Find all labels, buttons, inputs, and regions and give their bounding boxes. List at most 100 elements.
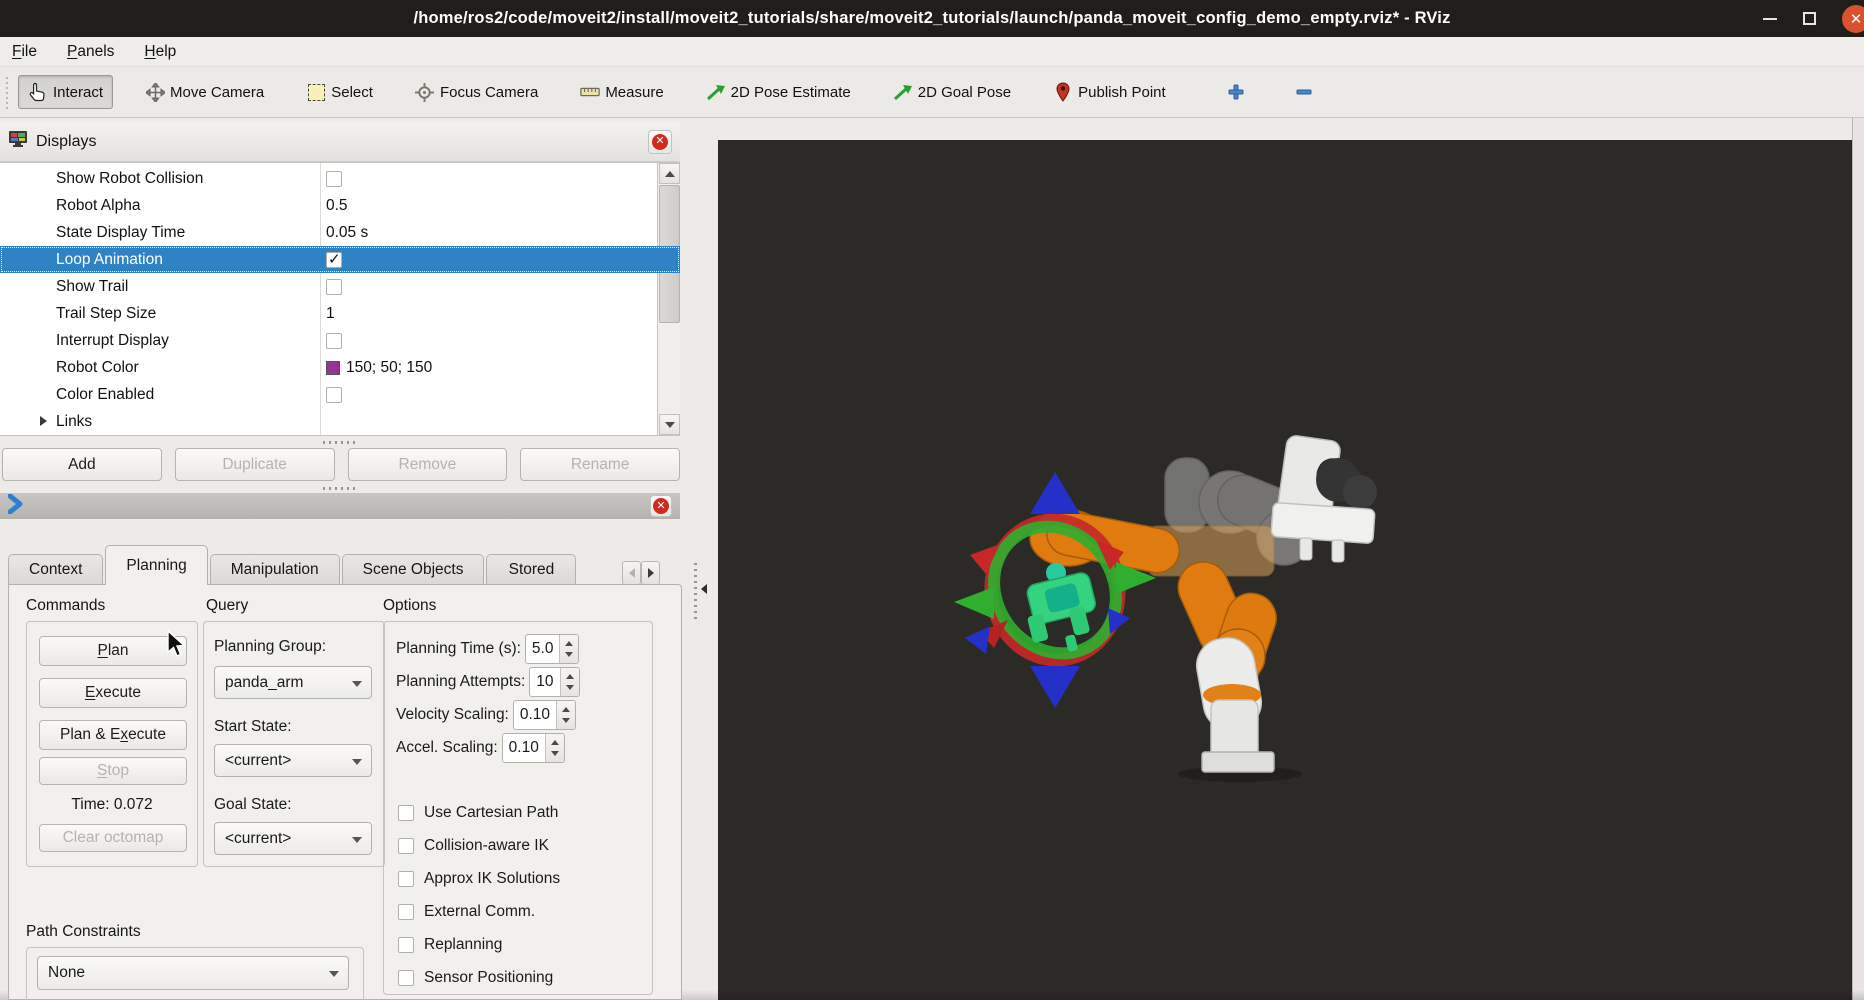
start-state-select[interactable]: <current> <box>214 744 372 777</box>
accel-scaling-spinbox[interactable]: 0.10 <box>502 733 565 763</box>
tool-select[interactable]: Select <box>296 75 383 109</box>
planning-time-result: Time: 0.072 <box>27 796 197 814</box>
path-constraints-select[interactable]: None <box>37 956 349 990</box>
3d-viewport[interactable] <box>718 140 1852 1000</box>
robot-color-value[interactable]: 150; 50; 150 <box>346 359 432 377</box>
accel-scaling-label: Accel. Scaling: <box>396 739 498 757</box>
replanning-option[interactable]: Replanning <box>398 936 502 954</box>
close-icon: ✕ <box>652 134 668 150</box>
ruler-icon <box>580 82 600 102</box>
external-comm-option[interactable]: External Comm. <box>398 903 535 921</box>
tab-scene-objects[interactable]: Scene Objects <box>342 554 485 585</box>
show-robot-collision-checkbox[interactable] <box>326 171 342 187</box>
sensor-positioning-checkbox[interactable] <box>398 970 414 986</box>
displays-scrollbar[interactable] <box>657 163 680 435</box>
show-trail-checkbox[interactable] <box>326 279 342 295</box>
goal-state-select[interactable]: <current> <box>214 822 372 855</box>
approx-ik-solutions-option[interactable]: Approx IK Solutions <box>398 870 560 888</box>
add-button[interactable]: Add <box>2 448 162 481</box>
add-tool-button[interactable] <box>1216 75 1256 109</box>
property-row-state-display-time[interactable]: State Display Time 0.05 s <box>0 219 657 246</box>
stop-button[interactable]: Stop <box>39 757 187 785</box>
planning-tab-content: Commands Query Options Plan Execute Plan… <box>8 584 682 1000</box>
motion-planning-panel-header: ✕ <box>0 493 680 519</box>
collision-aware-ik-option[interactable]: Collision-aware IK <box>398 837 549 855</box>
commands-section-label: Commands <box>26 597 105 615</box>
tab-manipulation[interactable]: Manipulation <box>210 554 340 585</box>
toolbar-drag-handle[interactable] <box>4 75 12 109</box>
trail-step-size-value[interactable]: 1 <box>326 305 335 323</box>
close-button[interactable]: ✕ <box>1842 5 1864 33</box>
motion-planning-close-button[interactable]: ✕ <box>650 495 672 517</box>
titlebar: /home/ros2/code/moveit2/install/moveit2_… <box>0 0 1864 37</box>
planning-time-spinbox[interactable]: 5.0 <box>525 634 580 664</box>
tab-stored[interactable]: Stored <box>486 554 576 585</box>
state-display-time-value[interactable]: 0.05 s <box>326 224 368 242</box>
sensor-positioning-option[interactable]: Sensor Positioning <box>398 969 553 987</box>
displays-panel-header: Displays ✕ <box>0 122 680 162</box>
property-row-interrupt-display[interactable]: Interrupt Display <box>0 327 657 354</box>
tab-context[interactable]: Context <box>8 554 103 585</box>
tab-scroll-left-button[interactable] <box>622 561 641 585</box>
plan-and-execute-button[interactable]: Plan & Execute <box>39 720 187 750</box>
panel-resize-handle[interactable] <box>323 487 357 490</box>
maximize-button[interactable] <box>1803 12 1816 25</box>
loop-animation-checkbox[interactable] <box>326 252 342 268</box>
green-arrow-icon <box>893 82 913 102</box>
tab-planning[interactable]: Planning <box>105 545 207 585</box>
scroll-down-button[interactable] <box>659 414 680 435</box>
expand-arrow-icon[interactable] <box>40 416 47 426</box>
minimize-button[interactable] <box>1763 18 1777 20</box>
property-row-robot-alpha[interactable]: Robot Alpha 0.5 <box>0 192 657 219</box>
color-enabled-checkbox[interactable] <box>326 387 342 403</box>
property-row-links[interactable]: Links <box>0 408 657 435</box>
duplicate-button[interactable]: Duplicate <box>175 448 335 481</box>
map-pin-icon <box>1053 82 1073 102</box>
spinner-buttons[interactable] <box>559 635 578 663</box>
collision-aware-ik-checkbox[interactable] <box>398 838 414 854</box>
menu-item-panels[interactable]: Panels <box>67 43 114 61</box>
tool-focus-camera[interactable]: Focus Camera <box>405 75 548 109</box>
spinner-buttons[interactable] <box>556 701 575 729</box>
displays-close-button[interactable]: ✕ <box>648 130 672 154</box>
scroll-up-button[interactable] <box>659 163 680 184</box>
tool-measure[interactable]: Measure <box>570 75 673 109</box>
tool-move-camera[interactable]: Move Camera <box>135 75 274 109</box>
tool-2d-pose-estimate[interactable]: 2D Pose Estimate <box>696 75 861 109</box>
panel-resize-handle[interactable] <box>323 441 357 444</box>
property-row-trail-step-size[interactable]: Trail Step Size 1 <box>0 300 657 327</box>
displays-buttons: Add Duplicate Remove Rename <box>2 448 680 481</box>
remove-tool-button[interactable] <box>1284 75 1324 109</box>
interrupt-display-checkbox[interactable] <box>326 333 342 349</box>
approx-ik-solutions-checkbox[interactable] <box>398 871 414 887</box>
rename-button[interactable]: Rename <box>520 448 680 481</box>
menu-item-help[interactable]: Help <box>144 43 176 61</box>
tool-2d-goal-pose[interactable]: 2D Goal Pose <box>883 75 1021 109</box>
property-row-show-robot-collision[interactable]: Show Robot Collision <box>0 165 657 192</box>
execute-button[interactable]: Execute <box>39 678 187 708</box>
tool-publish-point[interactable]: Publish Point <box>1043 75 1176 109</box>
replanning-checkbox[interactable] <box>398 937 414 953</box>
property-row-robot-color[interactable]: Robot Color 150; 50; 150 <box>0 354 657 381</box>
property-row-color-enabled[interactable]: Color Enabled <box>0 381 657 408</box>
tab-scroll-right-button[interactable] <box>641 561 660 585</box>
property-row-show-trail[interactable]: Show Trail <box>0 273 657 300</box>
menubar: File Panels Help <box>0 37 1864 67</box>
panel-collapse-handle[interactable] <box>694 556 716 622</box>
spinner-buttons[interactable] <box>545 734 564 762</box>
planning-group-select[interactable]: panda_arm <box>214 666 372 699</box>
robot-alpha-value[interactable]: 0.5 <box>326 197 348 215</box>
spinner-buttons[interactable] <box>560 668 579 696</box>
velocity-scaling-spinbox[interactable]: 0.10 <box>513 700 576 730</box>
tool-interact[interactable]: Interact <box>18 75 113 109</box>
planning-attempts-spinbox[interactable]: 10 <box>529 667 579 697</box>
use-cartesian-path-checkbox[interactable] <box>398 805 414 821</box>
clear-octomap-button[interactable]: Clear octomap <box>39 824 187 852</box>
property-row-loop-animation[interactable]: Loop Animation <box>0 246 680 273</box>
menu-item-file[interactable]: File <box>12 43 37 61</box>
robot-color-swatch[interactable] <box>326 361 340 375</box>
plan-button[interactable]: Plan <box>39 636 187 666</box>
use-cartesian-path-option[interactable]: Use Cartesian Path <box>398 804 558 822</box>
external-comm-checkbox[interactable] <box>398 904 414 920</box>
remove-button[interactable]: Remove <box>348 448 508 481</box>
